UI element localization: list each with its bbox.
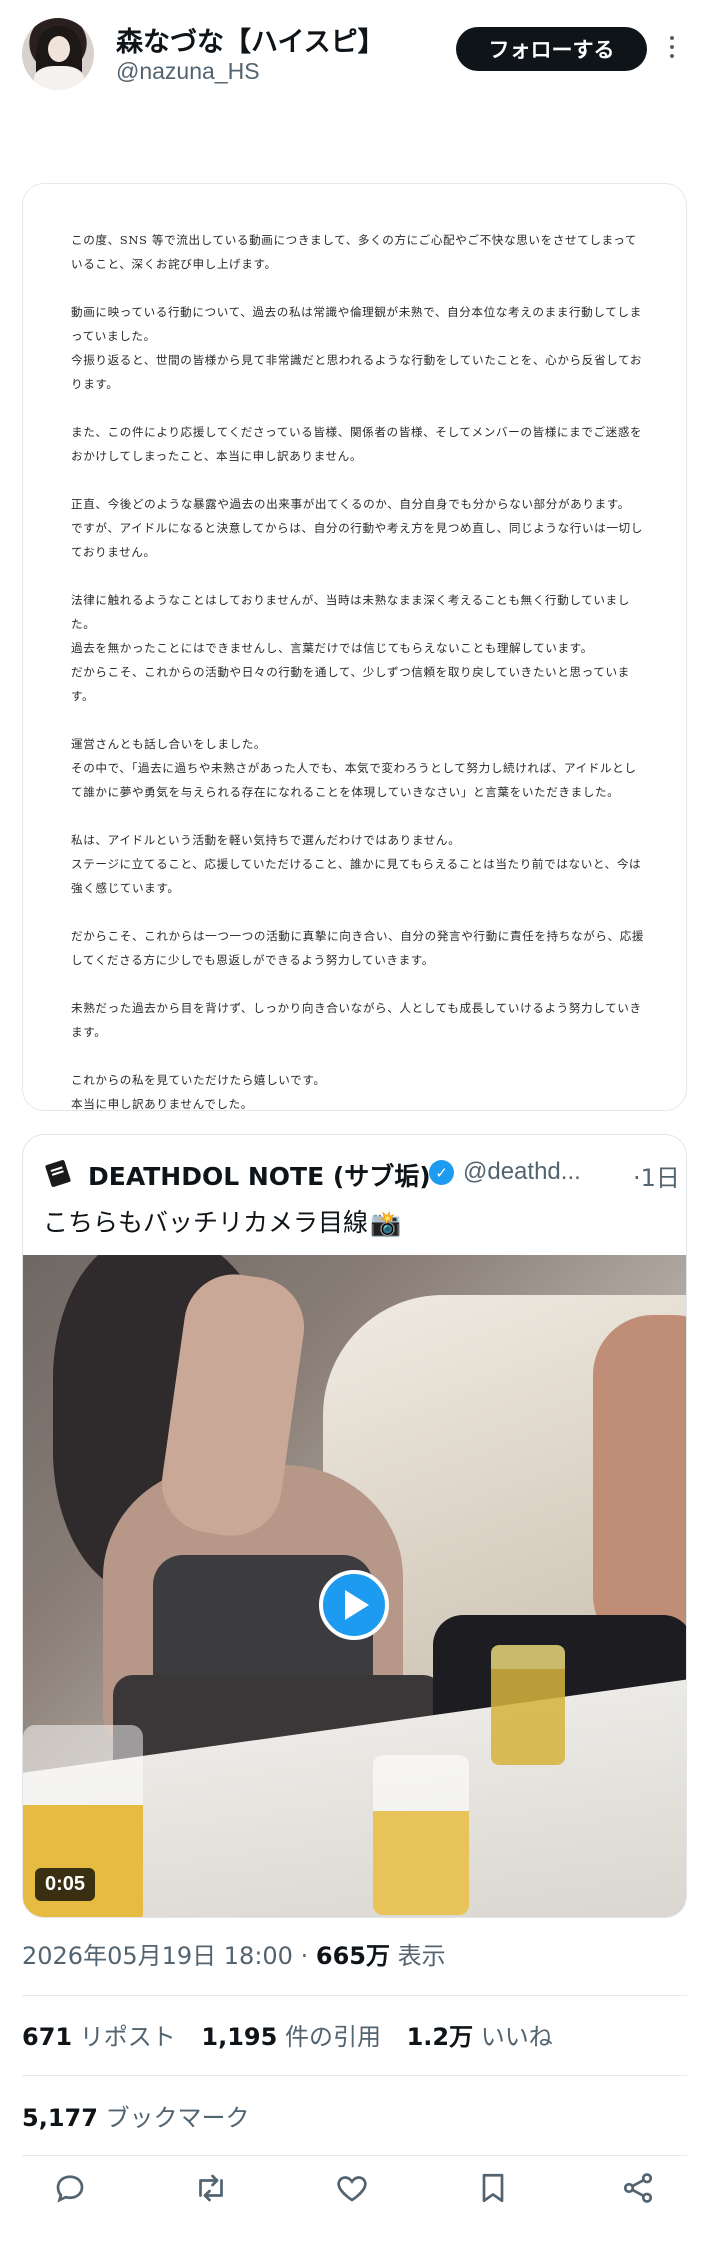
author-display-name[interactable]: 森なづな【ハイスピ】: [116, 20, 385, 59]
more-options-icon[interactable]: [668, 36, 676, 64]
likes-label: いいね: [480, 2023, 553, 2051]
quoted-post-text: こちらもバッチリカメラ目線📸: [43, 1203, 401, 1239]
avatar-face: [48, 36, 70, 62]
divider: [22, 2155, 687, 2156]
reposts-count: 671: [22, 2023, 73, 2051]
like-icon[interactable]: [334, 2170, 374, 2210]
share-icon[interactable]: [620, 2170, 660, 2210]
statement-paragraph: 運営さんとも話し合いをしました。 その中で、「過去に過ちや未熟さがあった人でも、…: [71, 737, 637, 799]
bookmarks-count: 5,177: [22, 2104, 98, 2132]
verified-badge-icon: ✓: [429, 1160, 454, 1185]
divider: [22, 1995, 687, 1996]
video-thumbnail[interactable]: 0:05: [23, 1255, 686, 1917]
quotes-stat[interactable]: 1,195 件の引用: [201, 2023, 381, 2051]
statement-paragraph: 正直、今後どのような暴露や過去の出来事が出てくるのか、自分自身でも分からない部分…: [71, 497, 643, 559]
likes-count: 1.2万: [406, 2023, 474, 2051]
video-duration: 0:05: [35, 1868, 96, 1901]
avatar-body: [34, 66, 84, 90]
repost-icon[interactable]: [193, 2170, 233, 2210]
separator: ·: [300, 1942, 309, 1970]
statement-paragraph: これからの私を見ていただけたら嬉しいです。 本当に申し訳ありませんでした。: [71, 1073, 326, 1111]
post-timestamp: 2026年05月19日 18:00 · 665万 表示: [22, 1936, 446, 1971]
bookmarks-stat[interactable]: 5,177 ブックマーク: [22, 2098, 250, 2133]
quoted-post-time[interactable]: ·1日: [633, 1158, 680, 1193]
author-handle[interactable]: @nazuna_HS: [116, 58, 260, 85]
quotes-label: 件の引用: [284, 2023, 381, 2051]
bookmarks-label: ブックマーク: [105, 2104, 250, 2132]
bookmark-icon[interactable]: [475, 2170, 515, 2210]
reposts-label: リポスト: [79, 2023, 176, 2051]
reply-icon[interactable]: [52, 2170, 92, 2210]
statement-image[interactable]: この度、SNS 等で流出している動画につきまして、多くの方にご心配やご不快な思い…: [22, 183, 687, 1111]
post-date[interactable]: 2026年05月19日 18:00: [22, 1942, 293, 1970]
statement-paragraph: 動画に映っている行動について、過去の私は常識や倫理観が未熟で、自分本位な考えのま…: [71, 305, 643, 391]
quotes-count: 1,195: [201, 2023, 278, 2051]
quoted-post-text-content: こちらもバッチリカメラ目線: [43, 1208, 369, 1237]
quoted-author-name[interactable]: DEATHDOL NOTE (サブ垢): [88, 1157, 431, 1193]
statement-text: この度、SNS 等で流出している動画につきまして、多くの方にご心配やご不快な思い…: [71, 228, 645, 1140]
glass-shape: [373, 1755, 469, 1915]
quoted-post[interactable]: DEATHDOL NOTE (サブ垢) ✓ @deathd... ·1日 こちら…: [22, 1134, 687, 1918]
statement-paragraph: 未熟だった過去から目を背けず、しっかり向き合いながら、人としても成長していけるよ…: [71, 1001, 642, 1039]
play-icon[interactable]: [319, 1570, 389, 1640]
statement-paragraph: この度、SNS 等で流出している動画につきまして、多くの方にご心配やご不快な思い…: [71, 233, 638, 271]
statement-paragraph: 私は、アイドルという活動を軽い気持ちで選んだわけではありません。 ステージに立て…: [71, 833, 642, 895]
likes-stat[interactable]: 1.2万 いいね: [407, 2023, 553, 2051]
notebook-icon: [44, 1159, 72, 1188]
reposts-stat[interactable]: 671 リポスト: [22, 2023, 176, 2051]
person-right-shape: [593, 1315, 686, 1655]
quoted-author-handle[interactable]: @deathd...: [463, 1158, 625, 1186]
engagement-stats: 671 リポスト 1,195 件の引用 1.2万 いいね: [22, 2017, 571, 2052]
camera-flash-icon: 📸: [370, 1209, 402, 1238]
follow-button[interactable]: フォローする: [456, 27, 647, 71]
quoted-author-avatar[interactable]: [43, 1158, 73, 1188]
divider: [22, 2075, 687, 2076]
views-label: 表示: [397, 1942, 446, 1970]
glass-shape: [491, 1645, 565, 1765]
views-count: 665万: [315, 1942, 390, 1970]
statement-paragraph: 法律に触れるようなことはしておりませんが、当時は未熟なまま深く考えることも無く行…: [71, 593, 630, 703]
statement-paragraph: だからこそ、これからは一つ一つの活動に真摯に向き合い、自分の発言や行動に責任を持…: [71, 929, 645, 967]
action-bar: [0, 2170, 710, 2220]
author-avatar[interactable]: [22, 18, 94, 90]
statement-paragraph: また、この件により応援してくださっている皆様、関係者の皆様、そしてメンバーの皆様…: [71, 425, 643, 463]
post-header: 森なづな【ハイスピ】 @nazuna_HS フォローする: [0, 0, 710, 110]
